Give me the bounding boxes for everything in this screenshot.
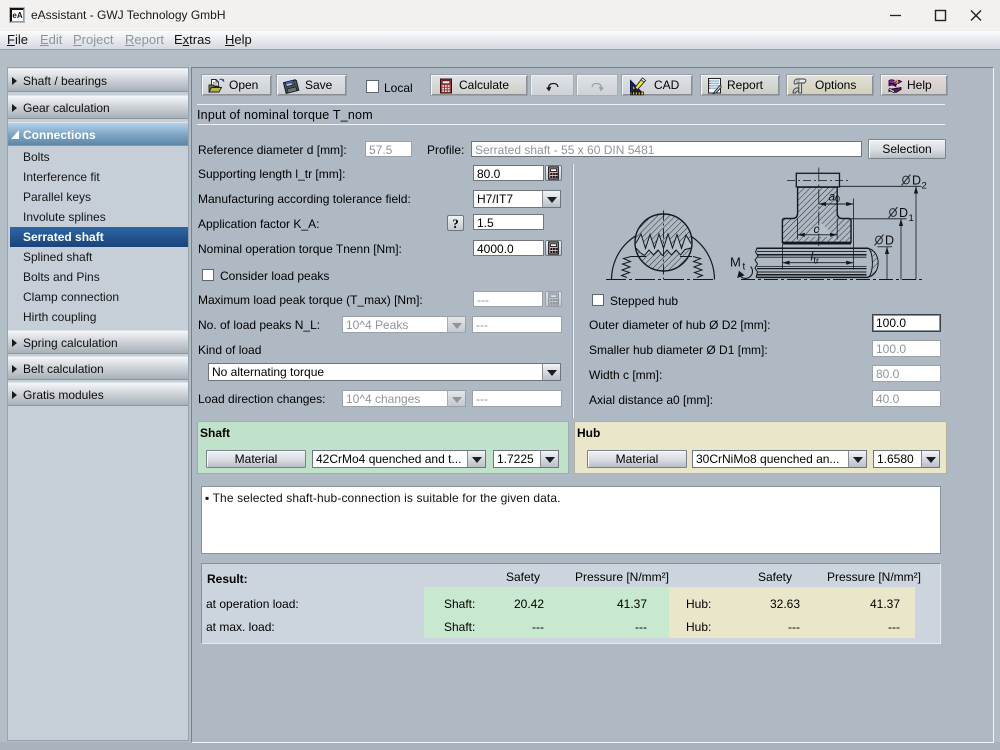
svg-text:0: 0 xyxy=(835,194,840,204)
svg-text:D: D xyxy=(885,234,894,248)
svg-text:2: 2 xyxy=(922,181,927,192)
svg-text:1: 1 xyxy=(909,213,914,224)
svg-text:tr: tr xyxy=(814,256,820,266)
svg-text:t: t xyxy=(743,262,746,273)
svg-text:M: M xyxy=(730,255,741,270)
svg-text:D: D xyxy=(899,206,908,220)
svg-text:D: D xyxy=(912,174,921,188)
svg-text:c: c xyxy=(814,222,820,236)
